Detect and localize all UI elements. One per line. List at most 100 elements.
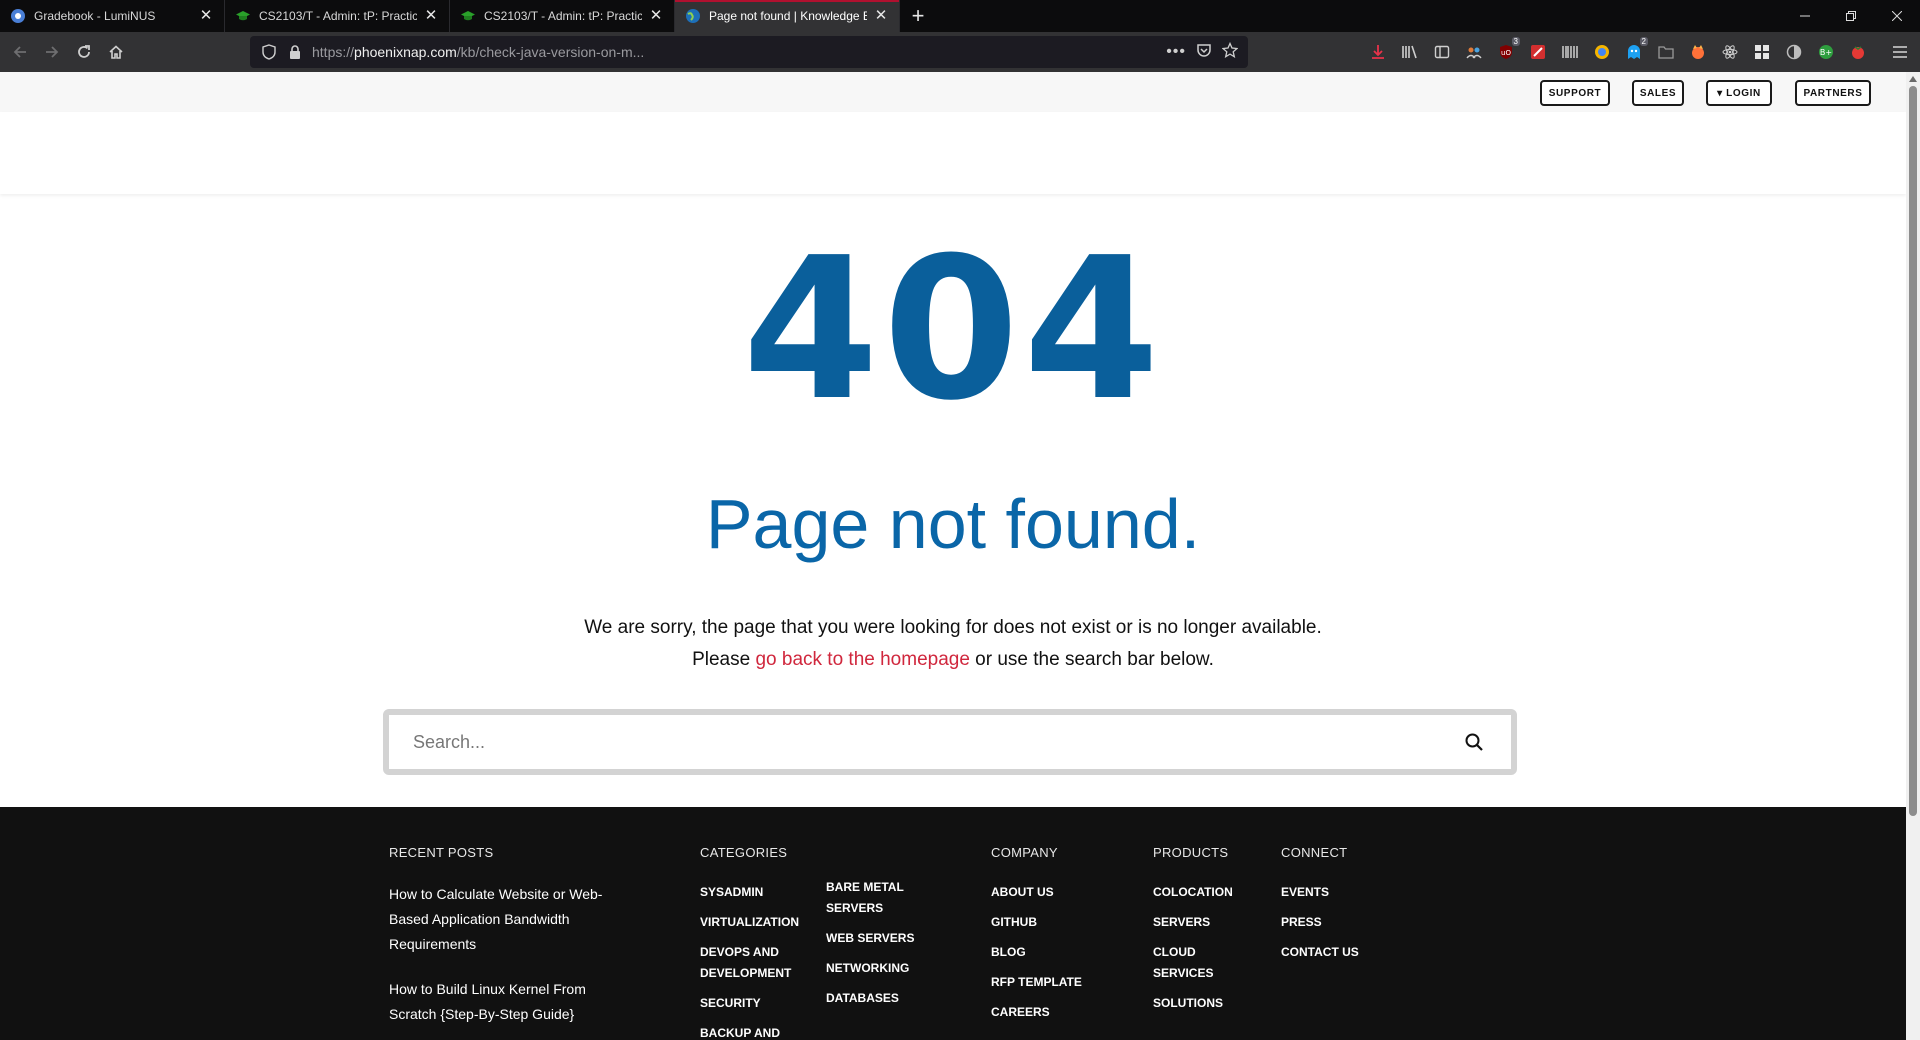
restore-icon[interactable] [1828, 0, 1874, 32]
product-link[interactable]: SERVERS [1153, 912, 1253, 933]
error-title: Page not found. [705, 485, 1201, 563]
close-tab-icon[interactable]: ✕ [648, 8, 664, 24]
grad-cap-icon [460, 8, 476, 24]
category-link[interactable]: DEVOPS AND DEVELOPMENT [700, 942, 796, 984]
address-bar[interactable]: https://phoenixnap.com/kb/check-java-ver… [250, 36, 1248, 68]
recent-post-link[interactable]: How to Calculate Website or Web-Based Ap… [389, 882, 619, 957]
dark-mode-icon[interactable] [1782, 40, 1806, 64]
product-link[interactable]: CLOUD SERVICES [1153, 942, 1217, 984]
error-line-1: We are sorry, the page that you were loo… [584, 617, 1322, 638]
connect-link[interactable]: CONTACT US [1281, 942, 1391, 963]
close-window-icon[interactable] [1874, 0, 1920, 32]
download-icon[interactable] [1366, 40, 1390, 64]
fox-extension-icon[interactable] [1686, 40, 1710, 64]
connect-heading: CONNECT [1281, 845, 1348, 860]
tab-cs2103-2[interactable]: CS2103/T - Admin: tP: Practical Exam ✕ [450, 0, 675, 32]
url-text[interactable]: https://phoenixnap.com/kb/check-java-ver… [312, 44, 644, 60]
close-tab-icon[interactable]: ✕ [423, 8, 439, 24]
category-link[interactable]: DATABASES [826, 988, 926, 1009]
product-link[interactable]: COLOCATION [1153, 882, 1253, 903]
tab-title: Page not found | Knowledge Base [709, 9, 867, 23]
url-host: phoenixnap.com [354, 44, 457, 60]
green-badge-icon[interactable]: B+ [1814, 40, 1838, 64]
company-heading: COMPANY [991, 845, 1058, 860]
homepage-link[interactable]: go back to the homepage [755, 649, 969, 670]
grad-cap-icon [235, 8, 251, 24]
svg-text:B+: B+ [1820, 48, 1832, 57]
navigation-toolbar: https://phoenixnap.com/kb/check-java-ver… [0, 32, 1920, 72]
company-link[interactable]: CAREERS [991, 1002, 1111, 1023]
home-icon[interactable] [100, 36, 132, 68]
svg-text:uO: uO [1501, 49, 1511, 57]
tab-cs2103-1[interactable]: CS2103/T - Admin: tP: Practical Exam ✕ [225, 0, 450, 32]
search-input[interactable] [413, 731, 1461, 753]
tomato-icon[interactable] [1846, 40, 1870, 64]
category-link[interactable]: NETWORKING [826, 958, 926, 979]
tab-page-not-found[interactable]: Page not found | Knowledge Base ✕ [675, 0, 900, 32]
category-link[interactable]: VIRTUALIZATION [700, 912, 810, 933]
extension-people-icon[interactable] [1462, 40, 1486, 64]
url-scheme: https:// [312, 44, 355, 60]
tab-title: CS2103/T - Admin: tP: Practical Exam [259, 9, 417, 23]
pocket-icon[interactable] [1196, 42, 1212, 63]
globe-icon [685, 8, 701, 24]
react-devtools-icon[interactable] [1718, 40, 1742, 64]
forward-arrow-icon[interactable] [36, 36, 68, 68]
error-code: 404 [742, 216, 1164, 444]
sidebar-icon[interactable] [1430, 40, 1454, 64]
window-controls [1782, 0, 1920, 32]
library-icon[interactable] [1398, 40, 1422, 64]
close-tab-icon[interactable]: ✕ [873, 8, 889, 24]
colorful-extension-icon[interactable] [1590, 40, 1614, 64]
company-link[interactable]: ABOUT US [991, 882, 1111, 903]
barcode-icon[interactable] [1558, 40, 1582, 64]
category-link[interactable]: WEB SERVERS [826, 928, 926, 949]
bookmark-star-icon[interactable] [1221, 41, 1239, 63]
close-tab-icon[interactable]: ✕ [198, 8, 214, 24]
folder-icon[interactable] [1654, 40, 1678, 64]
recent-post-link[interactable]: How to Build Linux Kernel From Scratch {… [389, 977, 619, 1027]
sales-button[interactable]: SALES [1632, 80, 1684, 106]
ghostery-badge: 2 [1639, 37, 1648, 46]
page-actions-icon[interactable]: ••• [1166, 43, 1186, 61]
search-bar [383, 709, 1517, 775]
category-link[interactable]: SECURITY [700, 993, 810, 1014]
tab-gradebook[interactable]: Gradebook - LumiNUS ✕ [0, 0, 225, 32]
url-path: /kb/check-java-version-on-m... [456, 44, 645, 60]
minimize-icon[interactable] [1782, 0, 1828, 32]
scrollbar-thumb[interactable] [1909, 86, 1917, 816]
ublock-icon[interactable]: uO 3 [1494, 37, 1520, 64]
support-button[interactable]: SUPPORT [1540, 80, 1610, 106]
footer-recent-posts: RECENT POSTS How to Calculate Website or… [389, 845, 619, 1040]
site-footer: RECENT POSTS How to Calculate Website or… [0, 807, 1906, 1040]
company-link[interactable]: RFP TEMPLATE [991, 972, 1111, 993]
new-tab-button[interactable]: + [900, 0, 936, 32]
scroll-up-arrow-icon[interactable] [1909, 76, 1917, 82]
grid-icon[interactable] [1750, 40, 1774, 64]
url-actions: ••• [1166, 41, 1239, 63]
back-arrow-icon[interactable] [4, 36, 36, 68]
tracking-shield-icon[interactable] [260, 43, 278, 61]
footer-company: COMPANY ABOUT US GITHUB BLOG RFP TEMPLAT… [991, 845, 1111, 1032]
page-scrollbar[interactable] [1906, 72, 1920, 1040]
category-link[interactable]: BACKUP AND [700, 1023, 810, 1040]
ublock-badge: 3 [1511, 37, 1520, 46]
lastpass-style-icon[interactable] [1526, 40, 1550, 64]
login-button[interactable]: ▾ LOGIN [1706, 80, 1772, 106]
search-icon[interactable] [1461, 729, 1487, 755]
connect-link[interactable]: PRESS [1281, 912, 1391, 933]
connect-link[interactable]: EVENTS [1281, 882, 1391, 903]
product-link[interactable]: SOLUTIONS [1153, 993, 1253, 1014]
lock-icon[interactable] [286, 43, 304, 61]
ghostery-icon[interactable]: 2 [1622, 37, 1648, 64]
menu-icon[interactable] [1888, 40, 1912, 64]
reload-icon[interactable] [68, 36, 100, 68]
company-link[interactable]: GITHUB [991, 912, 1111, 933]
partners-button[interactable]: PARTNERS [1795, 80, 1871, 106]
categories-heading: CATEGORIES [700, 845, 788, 860]
category-link[interactable]: SYSADMIN [700, 882, 810, 903]
company-link[interactable]: BLOG [991, 942, 1111, 963]
category-link[interactable]: BARE METAL SERVERS [826, 877, 910, 919]
footer-categories-col-1: CATEGORIES SYSADMIN VIRTUALIZATION DEVOP… [700, 845, 810, 1040]
tab-strip: Gradebook - LumiNUS ✕ CS2103/T - Admin: … [0, 0, 1920, 32]
